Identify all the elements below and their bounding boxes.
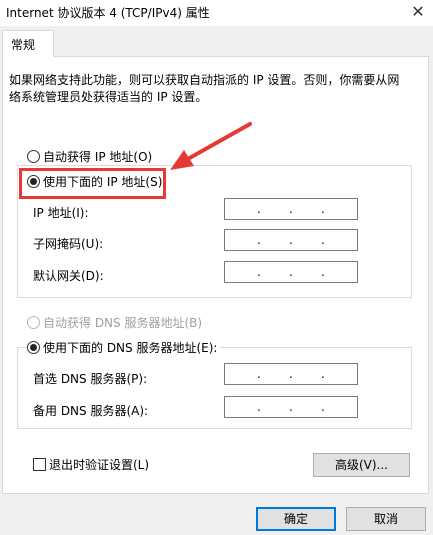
- radio-auto-ip-indicator[interactable]: [27, 150, 40, 163]
- cancel-button[interactable]: 取消: [346, 507, 426, 531]
- radio-auto-dns-indicator[interactable]: [27, 316, 40, 329]
- ip-address-label: IP 地址(I):: [33, 206, 89, 220]
- description-line-2: 络系统管理员处获得适当的 IP 设置。: [9, 90, 208, 104]
- alternate-dns-input[interactable]: . . .: [224, 396, 358, 418]
- ipv4-properties-dialog: Internet 协议版本 4 (TCP/IPv4) 属性 ✕ 常规 如果网络支…: [0, 0, 433, 535]
- default-gateway-input[interactable]: . . .: [224, 261, 358, 283]
- subnet-mask-label: 子网掩码(U):: [33, 237, 104, 251]
- radio-manual-dns[interactable]: 使用下面的 DNS 服务器地址(E):: [27, 339, 221, 356]
- radio-auto-ip[interactable]: 自动获得 IP 地址(O): [27, 148, 156, 165]
- tab-general[interactable]: 常规: [2, 30, 54, 57]
- validate-on-exit[interactable]: 退出时验证设置(L): [33, 456, 152, 473]
- alternate-dns-label: 备用 DNS 服务器(A):: [33, 404, 149, 418]
- ok-button[interactable]: 确定: [256, 507, 336, 531]
- validate-on-exit-checkbox[interactable]: [33, 458, 46, 471]
- preferred-dns-label: 首选 DNS 服务器(P):: [33, 372, 148, 386]
- title-bar: Internet 协议版本 4 (TCP/IPv4) 属性 ✕: [0, 0, 433, 26]
- default-gateway-label: 默认网关(D):: [33, 269, 104, 283]
- close-icon[interactable]: ✕: [403, 0, 433, 24]
- radio-auto-dns[interactable]: 自动获得 DNS 服务器地址(B): [27, 314, 206, 331]
- radio-auto-dns-label: 自动获得 DNS 服务器地址(B): [43, 316, 203, 330]
- validate-on-exit-label: 退出时验证设置(L): [49, 458, 150, 472]
- radio-manual-dns-indicator[interactable]: [27, 341, 40, 354]
- ip-address-input[interactable]: . . .: [224, 198, 358, 220]
- radio-auto-ip-label: 自动获得 IP 地址(O): [43, 150, 153, 164]
- description-text: 如果网络支持此功能，则可以获取自动指派的 IP 设置。否则，你需要从网 络系统管…: [9, 72, 421, 106]
- highlight-box: [19, 168, 166, 199]
- window-title: Internet 协议版本 4 (TCP/IPv4) 属性: [6, 6, 210, 20]
- preferred-dns-input[interactable]: . . .: [224, 363, 358, 385]
- radio-manual-dns-label: 使用下面的 DNS 服务器地址(E):: [43, 341, 218, 355]
- description-line-1: 如果网络支持此功能，则可以获取自动指派的 IP 设置。否则，你需要从网: [9, 73, 400, 87]
- general-panel: 如果网络支持此功能，则可以获取自动指派的 IP 设置。否则，你需要从网 络系统管…: [2, 56, 429, 494]
- tab-general-label: 常规: [11, 38, 36, 52]
- subnet-mask-input[interactable]: . . .: [224, 229, 358, 251]
- advanced-button[interactable]: 高级(V)...: [313, 453, 410, 477]
